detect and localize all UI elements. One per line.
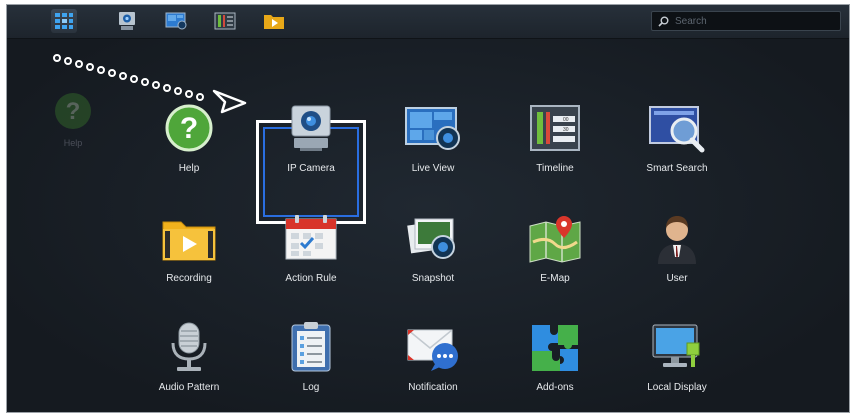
app-label: E-Map	[540, 273, 570, 284]
app-live-view[interactable]: Live View	[377, 99, 489, 195]
app-snapshot[interactable]: Snapshot	[377, 209, 489, 305]
taskbar-ip-camera-button[interactable]	[114, 9, 140, 33]
svg-text:00: 00	[563, 117, 569, 123]
ip-camera-icon	[119, 12, 135, 30]
taskbar-live-view-button[interactable]	[163, 9, 189, 33]
app-audio-pattern[interactable]: Audio Pattern	[133, 318, 245, 412]
app-label: Help	[178, 163, 200, 174]
main-menu-icon	[55, 13, 73, 29]
live-view-icon	[405, 107, 460, 150]
search-icon	[658, 16, 669, 27]
microphone-icon	[171, 322, 207, 371]
user-icon	[658, 216, 696, 264]
app-label: Notification	[408, 382, 458, 393]
app-e-map[interactable]: E-Map	[499, 209, 611, 305]
app-label: User	[666, 273, 688, 284]
app-ip-camera[interactable]: IP Camera	[255, 99, 367, 195]
taskbar	[7, 5, 849, 39]
add-ons-puzzle-icon	[532, 325, 578, 371]
ip-camera-icon	[291, 105, 331, 151]
app-label: Action Rule	[285, 273, 337, 284]
app-label: Audio Pattern	[158, 382, 220, 393]
action-rule-calendar-icon	[285, 215, 337, 260]
recording-folder-icon	[162, 221, 216, 261]
app-label: Local Display	[647, 382, 707, 393]
search-input[interactable]	[673, 14, 827, 28]
taskbar-timeline-button[interactable]	[212, 9, 238, 33]
notification-envelope-icon	[407, 329, 458, 371]
app-user[interactable]: User	[621, 209, 733, 305]
app-label: IP Camera	[287, 163, 335, 174]
snapshot-icon	[407, 218, 455, 259]
app-label: Live View	[411, 163, 455, 174]
live-view-icon	[165, 12, 187, 30]
timeline-icon: 00 30	[530, 105, 580, 151]
help-icon: ?	[165, 104, 213, 152]
search-box[interactable]	[651, 11, 841, 31]
app-log[interactable]: Log	[255, 318, 367, 412]
app-timeline[interactable]: 00 30 Timeline	[499, 99, 611, 195]
surveillance-station-window: ? Help ? Help	[6, 4, 850, 413]
app-label: Recording	[166, 273, 212, 284]
svg-text:30: 30	[563, 127, 569, 133]
log-clipboard-icon	[291, 322, 331, 372]
smart-search-icon	[649, 106, 705, 153]
app-action-rule[interactable]: Action Rule	[255, 209, 367, 305]
local-display-monitor-icon	[652, 324, 700, 367]
app-label: Add-ons	[536, 382, 574, 393]
desktop-shortcut-label: Help	[63, 138, 83, 148]
app-help[interactable]: ? Help	[133, 99, 245, 195]
app-label: Snapshot	[411, 273, 455, 284]
app-recording[interactable]: Recording	[133, 209, 245, 305]
app-label: Timeline	[536, 163, 574, 174]
app-label: Log	[302, 382, 320, 393]
taskbar-recording-button[interactable]	[261, 9, 287, 33]
app-local-display[interactable]: Local Display	[621, 318, 733, 412]
recording-icon	[264, 15, 284, 29]
app-notification[interactable]: Notification	[377, 318, 489, 412]
app-add-ons[interactable]: Add-ons	[499, 318, 611, 412]
svg-text:?: ?	[180, 112, 198, 145]
e-map-icon	[529, 216, 581, 263]
main-menu-panel: ? Help ? Help IP Camera Live View 00 30 …	[7, 39, 849, 412]
app-smart-search[interactable]: Smart Search	[621, 99, 733, 195]
app-label: Smart Search	[646, 163, 708, 174]
main-menu-button[interactable]	[51, 9, 77, 33]
timeline-icon	[214, 12, 236, 30]
